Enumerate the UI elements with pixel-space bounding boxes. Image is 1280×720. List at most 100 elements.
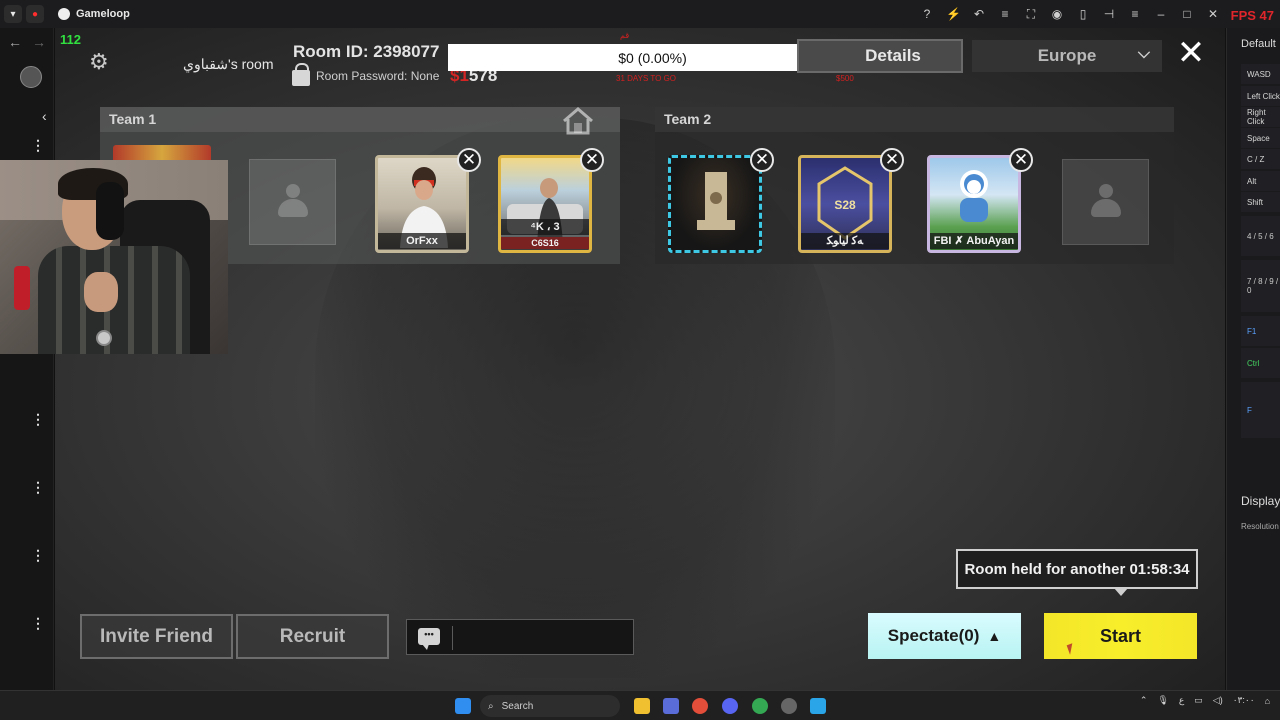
webcam-microphone: [14, 266, 30, 310]
start-button[interactable]: Start: [1044, 613, 1197, 659]
room-id: Room ID: 2398077: [293, 42, 440, 61]
keymap-item[interactable]: Space: [1241, 128, 1280, 148]
notification-icon[interactable]: ⌂: [1265, 696, 1270, 706]
goal-target-text: $500: [836, 74, 854, 83]
region-select[interactable]: Europe ⌵: [972, 40, 1162, 72]
keymap-item[interactable]: 7 / 8 / 9 / 0: [1241, 260, 1280, 312]
keymap-item[interactable]: Ctrl: [1241, 348, 1280, 378]
gear-icon[interactable]: ⚙: [89, 50, 113, 74]
taskbar-search-label: Search: [501, 700, 534, 712]
empty-slot[interactable]: [1062, 159, 1149, 245]
chevron-up-icon[interactable]: ⌃: [1140, 695, 1148, 706]
more-options-icon[interactable]: ⋮: [31, 412, 45, 426]
more-options-icon[interactable]: ⋮: [31, 548, 45, 562]
file-explorer-icon[interactable]: [634, 698, 650, 714]
maximize-icon[interactable]: □: [1180, 7, 1194, 21]
close-icon[interactable]: ✕: [1175, 36, 1207, 70]
more-options-icon[interactable]: ⋮: [31, 138, 45, 152]
undo-icon[interactable]: ↶: [972, 7, 986, 21]
display-section-title: Display: [1241, 494, 1280, 508]
youtube-icon[interactable]: ●: [26, 5, 44, 23]
keymap-item[interactable]: WASD: [1241, 64, 1280, 84]
recruit-button[interactable]: Recruit: [236, 614, 389, 659]
room-password: Room Password: None: [292, 63, 440, 86]
player-avatar: [668, 155, 762, 253]
region-select-label: Europe: [1037, 46, 1097, 65]
user-silhouette-icon: [278, 184, 308, 222]
back-arrow-icon[interactable]: ←: [8, 34, 22, 50]
chat-input[interactable]: •••: [406, 619, 634, 655]
help-icon[interactable]: ?: [920, 7, 934, 21]
collapse-chevron-icon[interactable]: ‹: [42, 108, 47, 124]
keymap-item[interactable]: Alt: [1241, 171, 1280, 191]
menu-icon[interactable]: ≡: [1128, 7, 1142, 21]
room-held-tooltip: Room held for another 01:58:34: [956, 549, 1198, 596]
home-icon: [563, 107, 593, 135]
chat-divider: [452, 626, 453, 650]
keymap-item[interactable]: F1: [1241, 316, 1280, 346]
minimize-icon[interactable]: –: [1154, 7, 1168, 21]
donation-goal-label: $0 (0.00%): [618, 49, 687, 66]
chrome-icon[interactable]: [692, 698, 708, 714]
clock[interactable]: ٠٣:٠٠: [1233, 695, 1255, 706]
donation-goal-bar: $0 (0.00%): [448, 44, 857, 71]
obs-icon[interactable]: [781, 698, 797, 714]
kick-player-button[interactable]: ✕: [880, 148, 904, 172]
system-tray: ⌃ 🎙 ع ▭ ◁) ٠٣:٠٠ ⌂: [1140, 695, 1270, 706]
kick-player-button[interactable]: ✕: [457, 148, 481, 172]
player-card[interactable]: ⁴K ، 3 C6S16 ✕: [498, 148, 604, 253]
kick-player-button[interactable]: ✕: [750, 148, 774, 172]
fullscreen-icon[interactable]: ⛶: [1024, 7, 1038, 22]
input-language[interactable]: ع: [1179, 695, 1184, 706]
gameloop-icon: [58, 8, 70, 20]
microphone-icon[interactable]: 🎙: [1157, 695, 1168, 706]
overlay-red-text: قم: [620, 31, 630, 40]
keymap-item[interactable]: Shift: [1241, 192, 1280, 212]
keymap-item[interactable]: Left Click: [1241, 86, 1280, 106]
more-options-icon[interactable]: ⋮: [31, 480, 45, 494]
windows-start-icon[interactable]: [455, 698, 471, 714]
avatar[interactable]: [20, 66, 42, 88]
keymap-item[interactable]: 4 / 5 / 6: [1241, 216, 1280, 256]
more-options-icon[interactable]: ⋮: [31, 616, 45, 630]
details-button[interactable]: Details: [797, 39, 963, 73]
keymap-item[interactable]: F: [1241, 382, 1280, 438]
season-badge: S28: [834, 198, 856, 212]
network-icon[interactable]: ▭: [1194, 695, 1203, 706]
user-silhouette-icon: [1091, 184, 1121, 222]
player-card[interactable]: S28 ﻪﻛ ﻟﻴﺎﻮﻜ ✕: [798, 148, 904, 253]
player-name: FBI ✗ AbuAyan: [930, 233, 1018, 249]
close-window-icon[interactable]: ✕: [1206, 7, 1220, 21]
volume-icon[interactable]: ◁): [1213, 695, 1223, 706]
settings-sliders-icon[interactable]: ≡: [998, 7, 1012, 21]
player-card[interactable]: OrFxx ✕: [375, 148, 481, 253]
chrome-icon[interactable]: [752, 698, 768, 714]
gamepad-icon[interactable]: ◉: [1050, 7, 1064, 21]
forward-arrow-icon[interactable]: →: [32, 34, 46, 50]
empty-slot[interactable]: [249, 159, 336, 245]
player-card[interactable]: ✕: [668, 148, 774, 253]
pin-icon[interactable]: ⊣: [1102, 7, 1116, 21]
keymap-item[interactable]: Right Click: [1241, 107, 1280, 127]
discord-icon[interactable]: [722, 698, 738, 714]
gameloop-taskbar-icon[interactable]: [810, 698, 826, 714]
chevron-down-icon[interactable]: ▾: [4, 5, 22, 23]
store-icon[interactable]: [663, 698, 679, 714]
kick-player-button[interactable]: ✕: [580, 148, 604, 172]
team-2-title: Team 2: [655, 107, 1174, 132]
spectate-button[interactable]: Spectate(0) ▲: [868, 613, 1021, 659]
keymap-title: Default: [1241, 38, 1276, 50]
spectate-label: Spectate(0): [887, 626, 980, 645]
goal-days-text: 31 DAYS TO GO: [616, 74, 677, 83]
player-card[interactable]: FBI ✗ AbuAyan ✕: [927, 148, 1033, 253]
room-password-text: Room Password: None: [316, 69, 440, 83]
taskbar-search[interactable]: ⌕ Search: [480, 695, 620, 717]
chat-bubble-icon: •••: [418, 628, 440, 650]
boost-icon[interactable]: ⚡: [946, 7, 961, 21]
team-2-panel: Team 2 ✕ S28 ﻪﻛ ﻟﻴﺎﻮﻜ ✕ FBI ✗ AbuAyan ✕: [655, 107, 1174, 264]
invite-friend-button[interactable]: Invite Friend: [80, 614, 233, 659]
kick-player-button[interactable]: ✕: [1009, 148, 1033, 172]
sidebar-toggle-icon[interactable]: ▯: [1076, 7, 1090, 21]
window-titlebar: ▾ ● Gameloop ? ⚡ ↶ ≡ ⛶ ◉ ▯ ⊣ ≡ – □ ✕ FPS…: [0, 0, 1280, 28]
keymap-item[interactable]: C / Z: [1241, 149, 1280, 169]
